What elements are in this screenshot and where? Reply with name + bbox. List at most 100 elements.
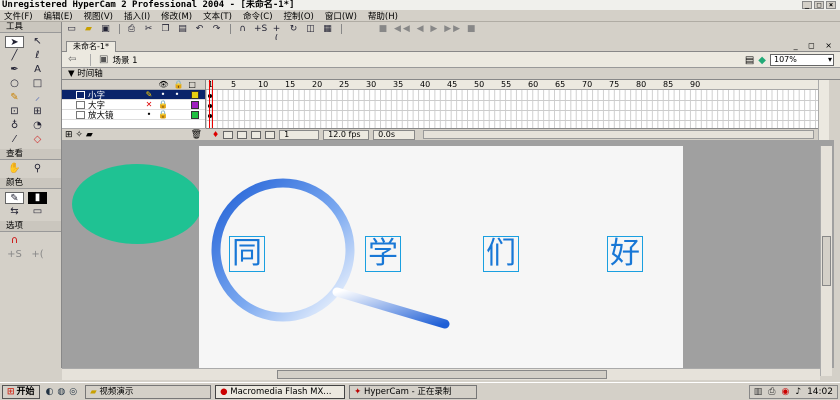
lock-dot-icon[interactable]: • xyxy=(170,90,184,99)
eraser-icon[interactable]: ◇ xyxy=(28,134,47,146)
stage-hscroll-thumb[interactable] xyxy=(277,370,607,379)
zoom-icon[interactable]: ⚲ xyxy=(28,163,47,175)
save-icon[interactable]: ▣ xyxy=(100,24,111,34)
snap-icon[interactable]: ∩ xyxy=(237,24,248,34)
magnet-icon[interactable]: ∩ xyxy=(5,235,24,247)
stroke-color-icon[interactable]: ✎ xyxy=(5,192,24,204)
magnifier-graphic[interactable] xyxy=(199,146,683,368)
subselect-icon[interactable]: ↖ xyxy=(28,36,47,48)
straighten-icon[interactable]: +( xyxy=(271,24,282,44)
timeline-header[interactable]: ▼ 时间轴 xyxy=(62,68,840,80)
layer-color-swatch[interactable] xyxy=(191,111,199,119)
frame-grid[interactable] xyxy=(206,90,818,128)
rectangle-icon[interactable]: □ xyxy=(28,78,47,90)
back-arrow-icon[interactable]: ⇦ xyxy=(68,54,82,66)
print-icon[interactable]: ⎙ xyxy=(126,24,137,34)
new-icon[interactable]: ▭ xyxy=(66,24,77,34)
edit-symbol-icon[interactable]: ◆ xyxy=(758,55,766,66)
onion-skin-icon[interactable] xyxy=(223,130,234,139)
layer-color-swatch[interactable] xyxy=(191,91,199,99)
rotate-icon[interactable]: ↻ xyxy=(288,24,299,34)
menu-edit[interactable]: 编辑(E) xyxy=(44,10,73,22)
smooth-option-icon[interactable]: +S xyxy=(5,249,24,261)
pen-icon[interactable]: ✒ xyxy=(5,64,24,76)
edit-multiple-icon[interactable] xyxy=(251,130,262,139)
align-icon[interactable]: ▦ xyxy=(322,24,333,34)
stage-vscroll[interactable] xyxy=(820,146,832,376)
visible-dot-icon[interactable]: • xyxy=(156,90,170,99)
lock-icon[interactable]: 🔒 xyxy=(156,110,170,119)
line-icon[interactable]: ╱ xyxy=(5,50,24,62)
pencil-icon[interactable]: ✎ xyxy=(5,92,24,104)
add-layer-icon[interactable]: ⊞ xyxy=(65,130,73,140)
oval-icon[interactable]: ○ xyxy=(5,78,24,90)
undo-icon[interactable]: ↶ xyxy=(194,24,205,34)
task-flash[interactable]: ● Macromedia Flash MX... xyxy=(215,384,346,399)
tray-app-icon[interactable]: ▥ xyxy=(754,386,763,398)
copy-icon[interactable]: ❐ xyxy=(160,24,171,34)
stage-hscroll[interactable] xyxy=(62,368,820,380)
hand-icon[interactable]: ✋ xyxy=(5,163,24,175)
menu-modify[interactable]: 修改(M) xyxy=(161,10,192,22)
timeline-scrollbar[interactable] xyxy=(818,80,829,140)
start-button[interactable]: ⊞ 开始 xyxy=(2,384,40,399)
tray-record-icon[interactable]: ◉ xyxy=(781,386,789,398)
onion-markers-icon[interactable] xyxy=(265,130,276,139)
menu-text[interactable]: 文本(T) xyxy=(203,10,232,22)
menu-help[interactable]: 帮助(H) xyxy=(368,10,398,22)
close-button[interactable]: × xyxy=(826,1,836,9)
menu-control[interactable]: 控制(O) xyxy=(284,10,314,22)
playhead[interactable] xyxy=(209,80,213,128)
stage[interactable]: 同 学 们 好 xyxy=(199,146,683,368)
cut-icon[interactable]: ✂ xyxy=(143,24,154,34)
scale-icon[interactable]: ◫ xyxy=(305,24,316,34)
edit-scene-icon[interactable]: ▤ xyxy=(745,55,754,66)
menu-view[interactable]: 视图(V) xyxy=(84,10,113,22)
no-color-icon[interactable]: ▭ xyxy=(28,206,47,218)
zoom-select[interactable]: 107% xyxy=(770,54,834,66)
fill-color-icon[interactable]: ▮ xyxy=(28,192,47,204)
lasso-icon[interactable]: ℓ xyxy=(28,50,47,62)
layer-name[interactable]: 放大镜 xyxy=(88,109,142,121)
menu-insert[interactable]: 插入(I) xyxy=(124,10,150,22)
maximize-button[interactable]: □ xyxy=(814,1,824,9)
green-circle-shape[interactable] xyxy=(72,164,202,244)
paint-bucket-icon[interactable]: ◔ xyxy=(28,120,47,132)
brush-icon[interactable]: ⸝ xyxy=(28,92,47,104)
fill-transform-icon[interactable]: ⊞ xyxy=(28,106,47,118)
document-tab[interactable]: 未命名-1* xyxy=(66,41,116,52)
add-folder-icon[interactable]: ▰ xyxy=(86,130,93,140)
arrow-icon[interactable]: ➤ xyxy=(5,36,24,48)
menu-commands[interactable]: 命令(C) xyxy=(243,10,273,22)
quick-launch-icons[interactable]: ◐◍◎ xyxy=(46,387,82,397)
open-icon[interactable]: ▰ xyxy=(83,24,94,34)
text-icon[interactable]: A xyxy=(28,64,47,76)
stage-vscroll-thumb[interactable] xyxy=(822,236,831,286)
onion-outline-icon[interactable] xyxy=(237,130,248,139)
eyedropper-icon[interactable]: ⁄ xyxy=(5,134,24,146)
hidden-x-icon[interactable]: ✕ xyxy=(142,100,156,109)
layer-color-swatch[interactable] xyxy=(191,101,199,109)
smooth-icon[interactable]: +S xyxy=(254,24,267,34)
add-guide-icon[interactable]: ✧ xyxy=(75,130,83,140)
frames-hscroll[interactable] xyxy=(423,130,814,139)
paste-icon[interactable]: ▤ xyxy=(177,24,188,34)
straighten-option-icon[interactable]: +( xyxy=(28,249,47,261)
center-frame-icon[interactable]: ♦ xyxy=(212,130,219,139)
visible-dot-icon[interactable]: • xyxy=(142,110,156,119)
redo-icon[interactable]: ↷ xyxy=(211,24,222,34)
work-area[interactable]: 同 学 们 好 xyxy=(62,140,834,368)
menu-file[interactable]: 文件(F) xyxy=(4,10,33,22)
swap-colors-icon[interactable]: ⇆ xyxy=(5,206,24,218)
free-transform-icon[interactable]: ⊡ xyxy=(5,106,24,118)
task-hypercam[interactable]: ✦ HyperCam - 正在录制 xyxy=(349,384,478,399)
task-folder[interactable]: ▰ 视频演示 xyxy=(85,384,212,399)
minimize-button[interactable]: _ xyxy=(802,1,812,9)
tray-network-icon[interactable]: ⎙ xyxy=(768,386,775,398)
layer-row[interactable]: 放大镜 • 🔒 xyxy=(62,109,205,121)
timeline-frames[interactable]: 1 5 10 15 20 25 30 35 40 45 50 55 60 65 … xyxy=(206,80,818,128)
lock-icon[interactable]: 🔒 xyxy=(156,100,170,109)
volume-icon[interactable]: ♪ xyxy=(795,386,801,398)
menu-window[interactable]: 窗口(W) xyxy=(325,10,357,22)
ink-bottle-icon[interactable]: ♁ xyxy=(5,120,24,132)
